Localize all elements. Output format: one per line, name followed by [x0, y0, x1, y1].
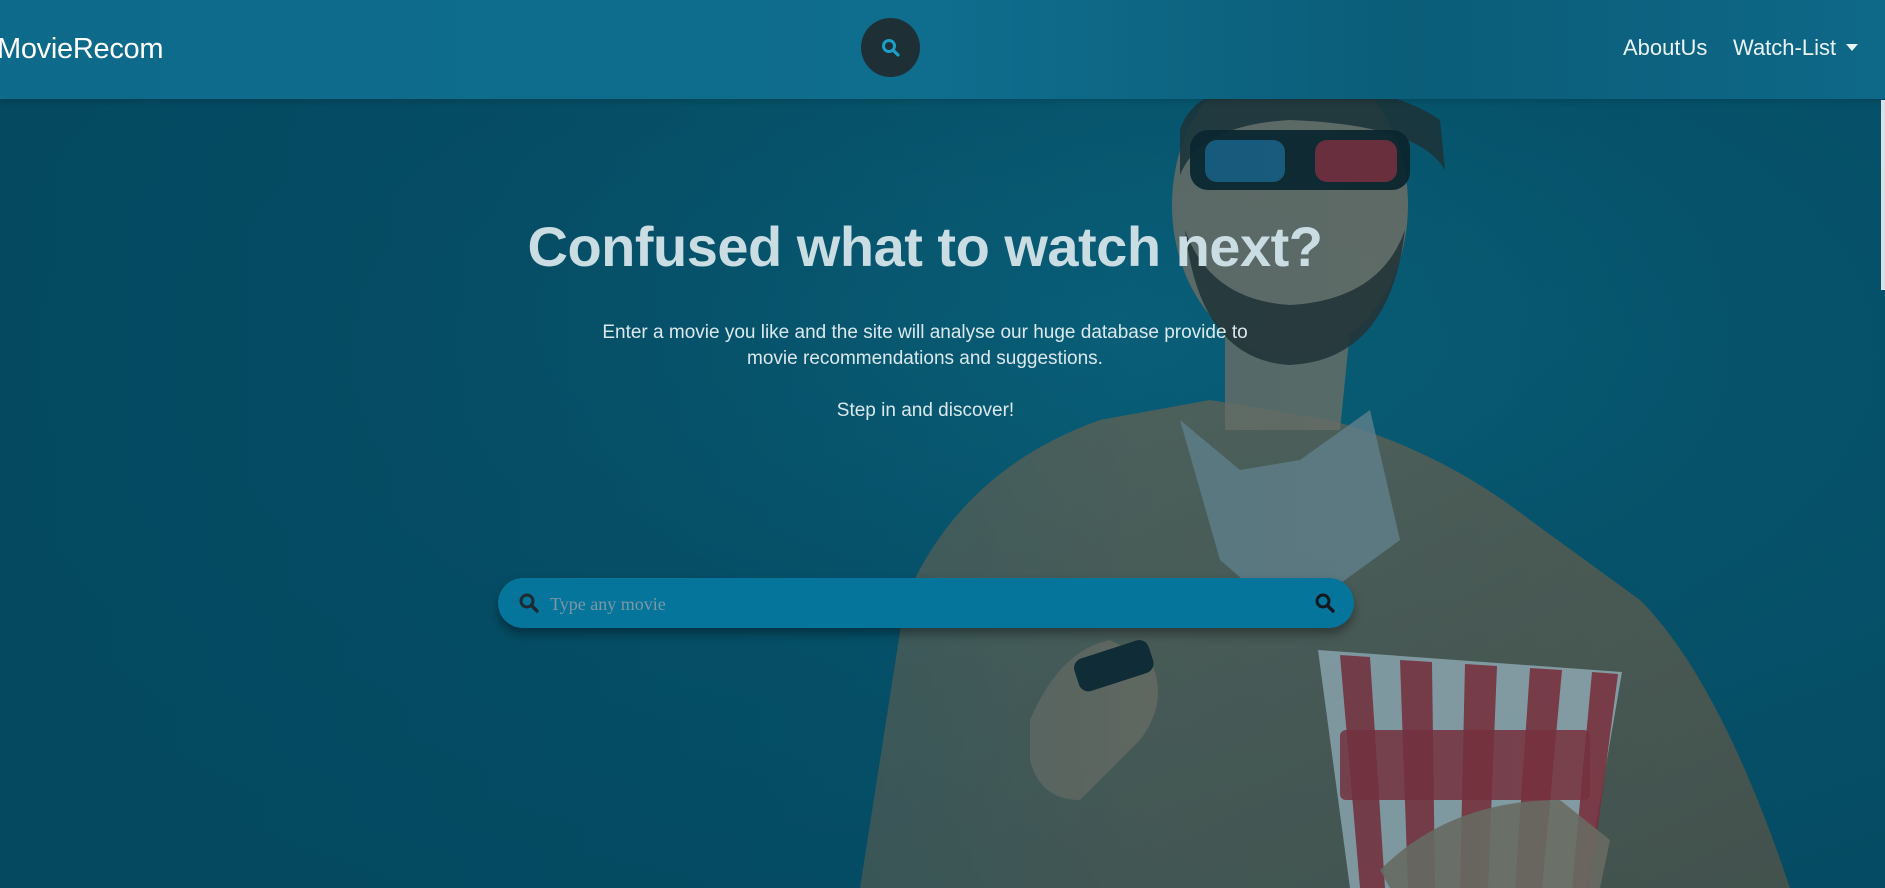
- scrollbar-thumb[interactable]: [1881, 100, 1885, 290]
- search-icon: [518, 592, 540, 619]
- navbar: MovieRecom AboutUs Watch-List: [0, 0, 1885, 99]
- hero-cta-text: Step in and discover!: [836, 400, 1015, 421]
- hero-description: Enter a movie you like and the site will…: [602, 322, 1248, 369]
- nav-link-watch-list-label: Watch-List: [1733, 35, 1837, 60]
- nav-dropdown-watch-list[interactable]: Watch-List: [1733, 35, 1859, 61]
- hero-headline: Confused what to watch next?: [527, 215, 1323, 278]
- chevron-down-icon: [1846, 44, 1859, 51]
- nav-link-aboutus[interactable]: AboutUs: [1623, 35, 1707, 61]
- hero-image: [0, 0, 1885, 888]
- search-submit-icon[interactable]: [1314, 592, 1336, 619]
- page: MovieRecom AboutUs Watch-List Confused w…: [0, 0, 1885, 888]
- brand-logo[interactable]: MovieRecom: [0, 33, 164, 66]
- nav-search-button[interactable]: [861, 18, 920, 77]
- search-icon: [881, 38, 900, 57]
- movie-search-input[interactable]: [548, 587, 1292, 621]
- movie-search-bar: [498, 578, 1354, 628]
